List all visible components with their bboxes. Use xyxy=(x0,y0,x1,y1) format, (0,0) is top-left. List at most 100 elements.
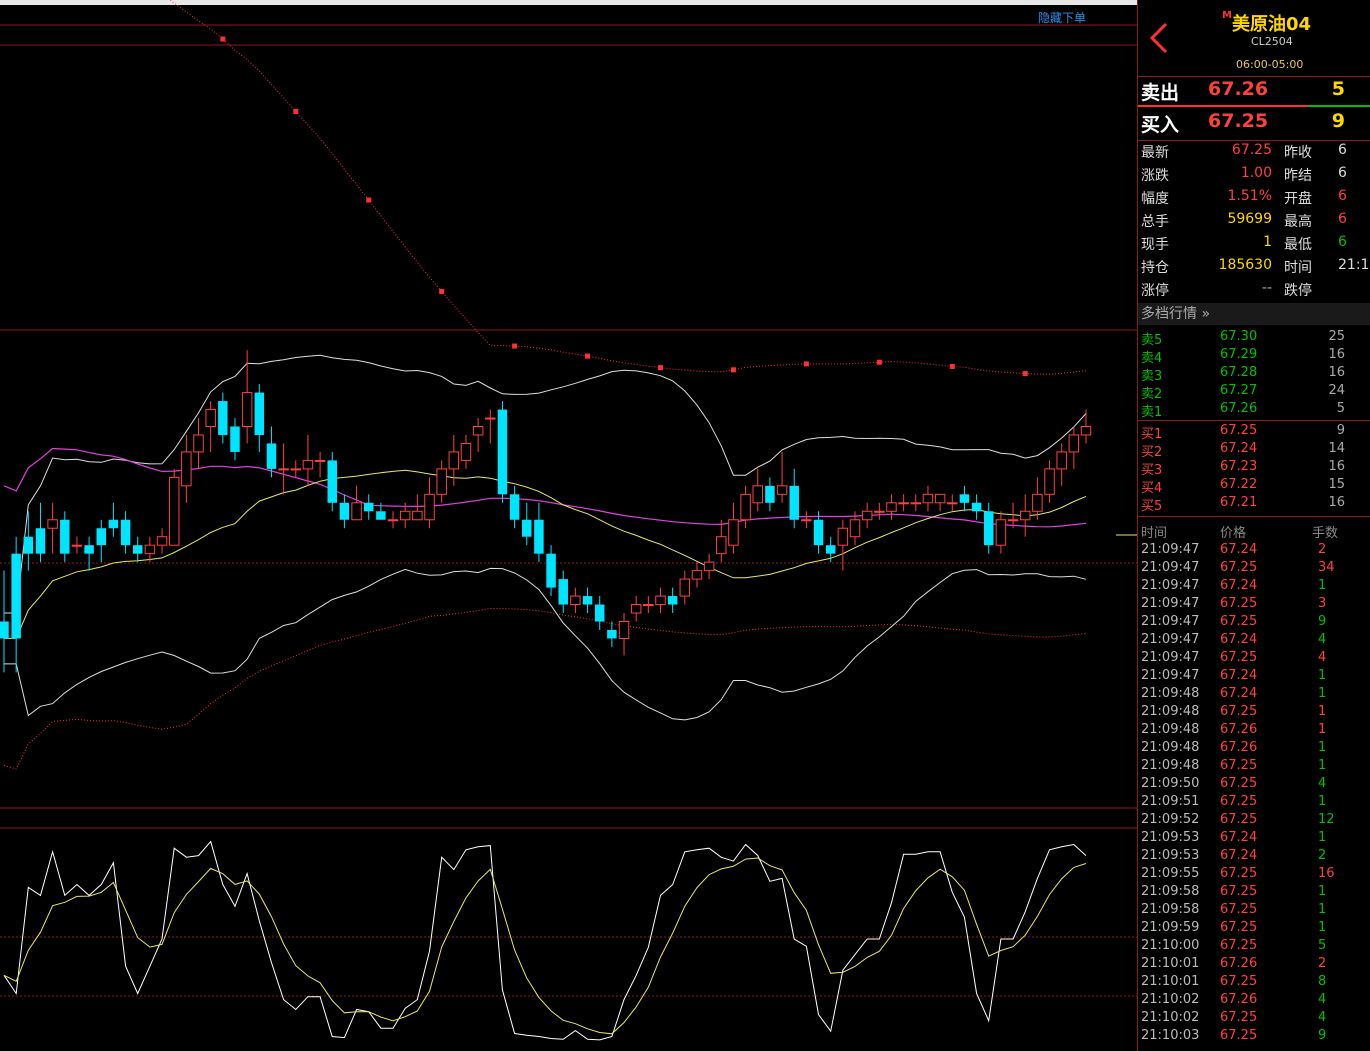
kline-chart-area[interactable]: 隐藏下单 xyxy=(0,0,1137,1051)
tick-time: 21:09:47 xyxy=(1141,596,1200,611)
boll-lower-line xyxy=(4,567,1087,721)
tick-time: 21:09:47 xyxy=(1141,614,1200,629)
stat-row: 持仓 185630 时间 21:1 xyxy=(1138,257,1370,280)
level-price: 67.25 xyxy=(1220,423,1258,438)
ask-level[interactable]: 卖4 67.29 16 xyxy=(1138,347,1370,366)
candle-body xyxy=(485,417,496,420)
ask-level[interactable]: 卖5 67.30 25 xyxy=(1138,329,1370,348)
level-label: 卖2 xyxy=(1141,387,1163,402)
divider xyxy=(1138,76,1370,77)
level-label: 卖4 xyxy=(1141,351,1163,366)
tick-time: 21:09:47 xyxy=(1141,560,1200,575)
level-price: 67.29 xyxy=(1220,347,1258,362)
candle-body xyxy=(230,426,240,452)
candle-body xyxy=(302,459,314,470)
stat-value: 1.00 xyxy=(1240,165,1272,181)
tick-time: 21:09:47 xyxy=(1141,578,1200,593)
osc-slow-line xyxy=(3,857,1087,1035)
level-label: 买1 xyxy=(1141,427,1163,442)
tick-time: 21:09:47 xyxy=(1141,650,1200,665)
level-qty: 9 xyxy=(1336,423,1345,438)
tick-price: 67.24 xyxy=(1220,578,1258,593)
tick-time: 21:10:01 xyxy=(1141,956,1200,971)
bid-level[interactable]: 买1 67.25 9 xyxy=(1138,423,1370,442)
tick-row: 21:09:55 67.25 16 xyxy=(1138,866,1370,884)
kline-chart[interactable] xyxy=(0,0,1137,1051)
ask-level[interactable]: 卖1 67.26 5 xyxy=(1138,401,1370,420)
stat-row: 涨停 -- 跌停 xyxy=(1138,280,1370,303)
tick-qty: 1 xyxy=(1318,668,1327,683)
candle-body xyxy=(728,519,739,546)
candle-body xyxy=(922,493,934,504)
candle-body xyxy=(290,468,302,471)
sar-lower-line xyxy=(3,607,1087,770)
tick-time: 21:09:47 xyxy=(1141,668,1200,683)
stat-row: 最新 67.25 昨收 6 xyxy=(1138,142,1370,165)
level-qty: 16 xyxy=(1328,495,1345,510)
tick-qty: 9 xyxy=(1318,614,1327,629)
ask-level[interactable]: 卖2 67.27 24 xyxy=(1138,383,1370,402)
candle-body xyxy=(691,570,703,580)
stat-value: 67.25 xyxy=(1231,142,1272,158)
tick-row: 21:10:02 67.25 4 xyxy=(1138,1010,1370,1028)
tick-price: 67.25 xyxy=(1220,776,1258,791)
stat-label: 幅度 xyxy=(1141,191,1169,207)
candle-body xyxy=(472,426,484,436)
double-chevron-down-icon: » xyxy=(1201,306,1211,322)
tick-time: 21:09:53 xyxy=(1141,830,1200,845)
tick-row: 21:09:51 67.25 1 xyxy=(1138,794,1370,812)
tick-row: 21:09:47 67.25 34 xyxy=(1138,560,1370,578)
level-price: 67.26 xyxy=(1220,401,1258,416)
market-badge: M xyxy=(1222,10,1232,21)
ask-row[interactable]: 卖出 67.26 5 xyxy=(1138,78,1370,108)
candle-body xyxy=(363,502,374,512)
candle-body xyxy=(327,460,337,503)
bid-level[interactable]: 买4 67.22 15 xyxy=(1138,477,1370,496)
tick-qty: 1 xyxy=(1318,722,1327,737)
bid-level[interactable]: 买2 67.24 14 xyxy=(1138,441,1370,460)
level-qty: 16 xyxy=(1328,459,1345,474)
multi-level-toggle[interactable]: 多档行情 » xyxy=(1138,303,1370,325)
sar-dot xyxy=(657,365,663,371)
tick-price: 67.25 xyxy=(1220,794,1258,809)
stat-value: 1.51% xyxy=(1227,188,1272,204)
sar-dot xyxy=(366,197,372,203)
tick-qty: 9 xyxy=(1318,1028,1327,1043)
tick-row: 21:10:01 67.26 2 xyxy=(1138,956,1370,974)
tick-qty: 8 xyxy=(1318,974,1327,989)
candle-body xyxy=(861,510,873,521)
candle-body xyxy=(193,434,204,453)
bid-level[interactable]: 买3 67.23 16 xyxy=(1138,459,1370,478)
symbol-name-text: 美原油04 xyxy=(1231,14,1312,35)
bid-level[interactable]: 买5 67.21 16 xyxy=(1138,495,1370,514)
back-arrow-icon[interactable] xyxy=(1144,18,1174,58)
tick-row: 21:09:48 67.26 1 xyxy=(1138,740,1370,758)
level-qty: 15 xyxy=(1328,477,1345,492)
bid-row[interactable]: 买入 67.25 9 xyxy=(1138,110,1370,140)
ask-level[interactable]: 卖3 67.28 16 xyxy=(1138,365,1370,384)
tick-time: 21:09:47 xyxy=(1141,542,1200,557)
tick-row: 21:09:47 67.25 4 xyxy=(1138,650,1370,668)
bid-price: 67.25 xyxy=(1208,110,1269,132)
tick-time: 21:09:48 xyxy=(1141,758,1200,773)
tick-row: 21:09:52 67.25 12 xyxy=(1138,812,1370,830)
tick-price: 67.25 xyxy=(1220,884,1258,899)
tick-qty: 4 xyxy=(1318,632,1327,647)
tick-price: 67.24 xyxy=(1220,830,1258,845)
candlesticks xyxy=(0,350,1092,673)
candle-body xyxy=(582,596,593,605)
stat-label: 现手 xyxy=(1141,237,1169,253)
candle-body xyxy=(607,629,617,639)
candle-body xyxy=(120,519,131,546)
candle-body xyxy=(60,519,70,554)
sar-dot xyxy=(730,367,736,373)
candle-body xyxy=(570,595,581,606)
tick-price: 67.25 xyxy=(1220,920,1258,935)
candle-body xyxy=(630,604,642,614)
candle-body xyxy=(1044,468,1055,495)
candle-body xyxy=(716,536,727,555)
stat-label-2: 开盘 xyxy=(1284,191,1312,207)
tick-time: 21:09:52 xyxy=(1141,812,1200,827)
tick-price: 67.26 xyxy=(1220,956,1258,971)
candle-body xyxy=(984,511,994,546)
